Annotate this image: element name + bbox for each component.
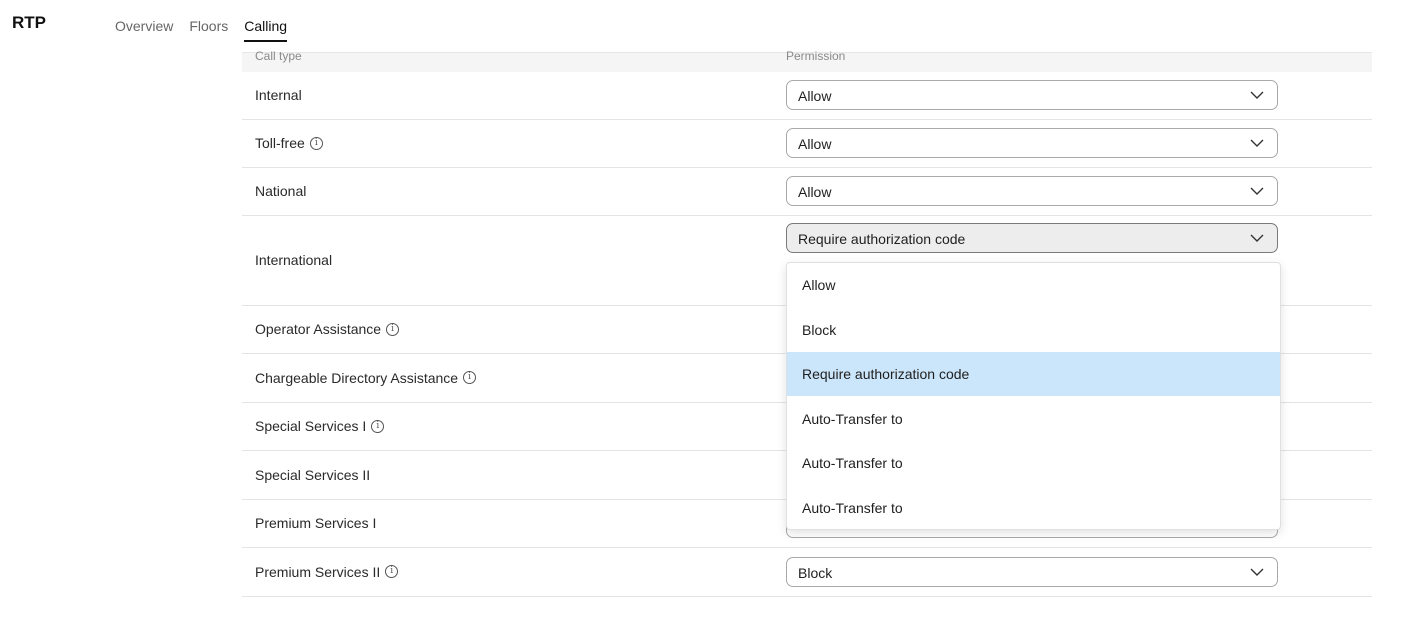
dropdown-option[interactable]: Auto-Transfer to <box>787 441 1280 485</box>
call-type-text: Operator Assistance <box>255 321 382 337</box>
dropdown-option-label: Allow <box>802 277 836 293</box>
top-bar: RTP Overview Floors Calling <box>0 0 1406 52</box>
dropdown-option-label: Auto-Transfer to <box>802 455 903 471</box>
call-type-text: International <box>255 252 333 268</box>
permission-select-value: Require authorization code <box>798 231 966 247</box>
call-type-text: Premium Services I <box>255 515 377 531</box>
table-row: Internal Allow <box>242 71 1372 120</box>
column-header-permission: Permission <box>786 49 846 63</box>
info-circle-icon[interactable]: i <box>386 322 400 336</box>
table-row: National Allow <box>242 167 1372 216</box>
call-type-text: Toll-free <box>255 135 305 151</box>
chevron-down-icon <box>1249 565 1265 584</box>
dropdown-option-label: Require authorization code <box>802 366 970 382</box>
dropdown-option[interactable]: Auto-Transfer to <box>787 486 1280 530</box>
call-type-label: Internal <box>255 86 302 104</box>
chevron-down-icon <box>1249 184 1265 203</box>
permission-select-value: Block <box>798 564 833 581</box>
call-type-label: National <box>255 182 306 200</box>
tab-calling[interactable]: Calling <box>244 18 288 42</box>
permission-select-value: Allow <box>798 88 832 104</box>
chevron-down-icon <box>1249 231 1265 250</box>
call-type-label: Operator Assistance i <box>255 320 400 338</box>
table-row: Premium Services II i Block <box>242 547 1372 597</box>
call-type-text: National <box>255 183 307 199</box>
permission-select[interactable]: Block <box>786 556 1278 587</box>
info-circle-icon[interactable]: i <box>385 565 399 578</box>
column-header-call-type: Call type <box>255 49 302 63</box>
chevron-down-icon <box>1249 136 1265 155</box>
permission-select[interactable]: Allow <box>786 128 1278 158</box>
dropdown-option[interactable]: Auto-Transfer to <box>787 397 1280 441</box>
permission-select[interactable]: Allow <box>786 176 1278 206</box>
permission-dropdown-menu: Allow Block Require authorization code Auto… <box>786 262 1281 530</box>
tab-bar: Overview Floors Calling <box>115 18 303 42</box>
call-type-text: Internal <box>255 87 302 103</box>
call-type-text: Chargeable Directory Assistance <box>255 369 459 386</box>
info-circle-icon[interactable]: i <box>371 419 385 433</box>
info-circle-icon[interactable]: i <box>309 136 323 150</box>
active-tab-underline <box>244 40 288 42</box>
dropdown-option-label: Auto-Transfer to <box>802 410 903 427</box>
chevron-down-icon <box>1249 88 1265 107</box>
table-row: Toll-free i Allow <box>242 119 1372 168</box>
call-type-text: Special Services II <box>255 466 371 483</box>
dropdown-option-label: Block <box>802 321 837 338</box>
call-type-label: Chargeable Directory Assistance i <box>255 369 477 387</box>
page-title: RTP <box>12 13 46 32</box>
call-type-label: Premium Services I <box>255 514 376 532</box>
call-type-label: Special Services II <box>255 466 370 484</box>
permission-select-value: Allow <box>798 136 832 152</box>
tab-calling-label: Calling <box>244 18 288 34</box>
permission-select[interactable]: Require authorization code <box>786 223 1278 253</box>
call-type-text: Special Services I <box>255 418 367 434</box>
permission-select-value: Allow <box>798 184 832 200</box>
tab-floors[interactable]: Floors <box>189 18 228 34</box>
dropdown-option[interactable]: Block <box>787 308 1280 352</box>
call-type-text: Premium Services II <box>255 563 381 580</box>
info-circle-icon[interactable]: i <box>463 371 477 384</box>
tab-overview[interactable]: Overview <box>115 18 173 34</box>
call-type-label: International <box>255 251 332 269</box>
call-type-label: Special Services I i <box>255 417 385 435</box>
call-type-label: Toll-free i <box>255 134 323 152</box>
dropdown-option[interactable]: Allow <box>787 263 1280 307</box>
table-header: Call type Permission <box>242 49 1372 72</box>
dropdown-option-label: Auto-Transfer to <box>802 499 903 516</box>
dropdown-option[interactable]: Require authorization code <box>787 352 1280 396</box>
permission-select[interactable]: Allow <box>786 80 1278 110</box>
call-type-label: Premium Services II i <box>255 563 399 581</box>
